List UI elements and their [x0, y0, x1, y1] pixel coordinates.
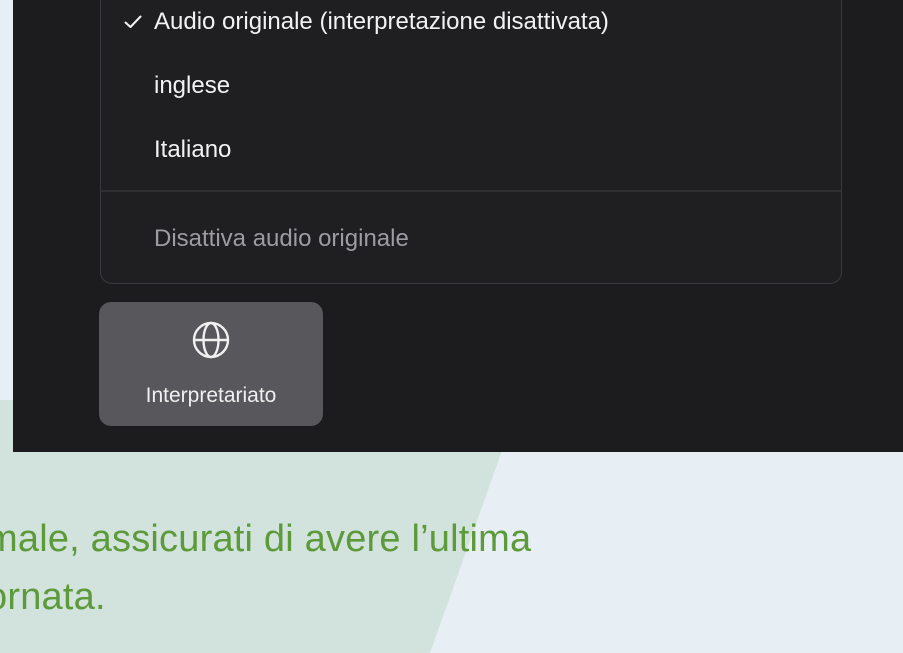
caption-text: male, assicurati di avere l’ultima ornat…: [0, 510, 531, 626]
menu-item-english[interactable]: inglese: [101, 61, 841, 111]
menu-item-label: Disattiva audio originale: [154, 225, 409, 252]
caption-line-2: ornata.: [0, 576, 106, 618]
interpretation-button-label: Interpretariato: [145, 384, 277, 407]
menu-item-label: Audio originale (interpretazione disatti…: [154, 8, 609, 35]
menu-item-italian[interactable]: Italiano: [101, 125, 841, 175]
globe-icon: [192, 321, 230, 359]
interpretation-button[interactable]: Interpretariato: [99, 302, 323, 426]
menu-item-mute-original-audio[interactable]: Disattiva audio originale: [101, 214, 841, 264]
menu-divider: [101, 190, 841, 192]
menu-item-original-audio[interactable]: Audio originale (interpretazione disatti…: [101, 0, 841, 47]
checkmark-icon: [121, 0, 145, 47]
interpretation-menu: Audio originale (interpretazione disatti…: [100, 0, 842, 284]
menu-item-label: Italiano: [154, 136, 232, 163]
menu-item-label: inglese: [154, 72, 231, 99]
caption-line-1: male, assicurati di avere l’ultima: [0, 518, 532, 560]
